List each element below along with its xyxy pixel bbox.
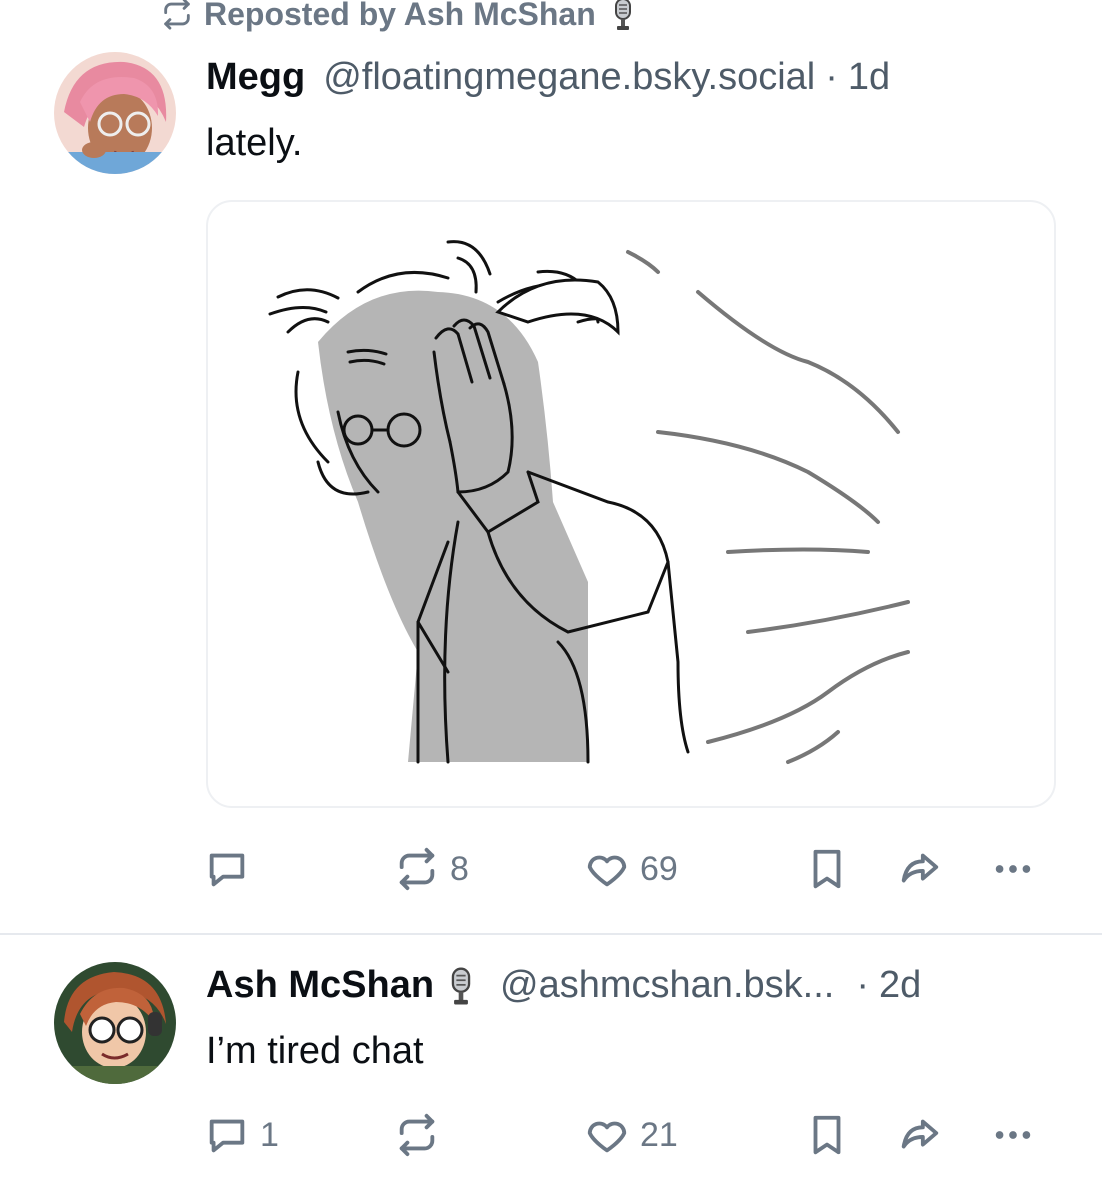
post-image[interactable]	[206, 200, 1056, 808]
post-timestamp[interactable]: 2d	[879, 964, 921, 1007]
repost-button[interactable]	[394, 1112, 450, 1158]
post-header: Ash McShan @ashmcshan.bsk... · 2d	[206, 964, 921, 1007]
post-actions: 1 21	[0, 1108, 1102, 1168]
separator-dot: ·	[856, 964, 869, 1006]
ellipsis-icon	[995, 865, 1031, 873]
reply-button[interactable]	[204, 846, 260, 892]
repost-button[interactable]: 8	[394, 846, 469, 892]
author-name[interactable]: Megg	[206, 56, 305, 99]
separator-dot: ·	[825, 56, 838, 98]
share-icon	[901, 853, 939, 883]
author-handle[interactable]: @floatingmegane.bsky.social	[323, 56, 815, 99]
like-button[interactable]: 69	[584, 846, 678, 892]
repost-count: 8	[450, 849, 469, 888]
bookmark-button[interactable]	[804, 846, 850, 892]
share-button[interactable]	[896, 1112, 942, 1158]
bookmark-icon	[813, 1115, 841, 1155]
post-actions: 8 69	[0, 840, 1102, 900]
bookmark-button[interactable]	[804, 1112, 850, 1158]
repost-header[interactable]: Reposted by Ash McShan	[160, 0, 640, 34]
like-button[interactable]: 21	[584, 1112, 678, 1158]
reply-button[interactable]: 1	[204, 1112, 279, 1158]
repost-icon	[399, 1113, 435, 1157]
post-header: Megg @floatingmegane.bsky.social · 1d	[206, 56, 890, 99]
reply-icon	[209, 853, 245, 887]
reply-icon	[209, 1119, 245, 1153]
share-icon	[901, 1119, 939, 1149]
post-timestamp[interactable]: 1d	[848, 56, 890, 99]
repost-icon	[164, 0, 190, 30]
microphone-emoji-icon	[451, 967, 471, 1004]
like-count: 69	[640, 849, 678, 888]
facepalm-sketch-image	[268, 240, 910, 764]
like-count: 21	[640, 1115, 678, 1154]
post-text: I’m tired chat	[206, 1030, 424, 1072]
microphone-emoji-icon	[614, 0, 631, 30]
heart-icon	[587, 1121, 627, 1153]
bookmark-icon	[813, 849, 841, 889]
ellipsis-icon	[995, 1131, 1031, 1139]
avatar[interactable]	[54, 52, 176, 174]
share-button[interactable]	[896, 846, 942, 892]
heart-icon	[587, 855, 627, 887]
avatar[interactable]	[54, 962, 176, 1084]
repost-icon	[399, 847, 435, 891]
author-handle[interactable]: @ashmcshan.bsk...	[500, 964, 834, 1007]
repost-label: Reposted by Ash McShan	[204, 0, 596, 32]
more-options-button[interactable]	[990, 846, 1036, 892]
post-text: lately.	[206, 122, 303, 164]
reply-count: 1	[260, 1115, 279, 1154]
author-name[interactable]: Ash McShan	[206, 964, 434, 1007]
more-options-button[interactable]	[990, 1112, 1036, 1158]
feed-divider	[0, 933, 1102, 935]
